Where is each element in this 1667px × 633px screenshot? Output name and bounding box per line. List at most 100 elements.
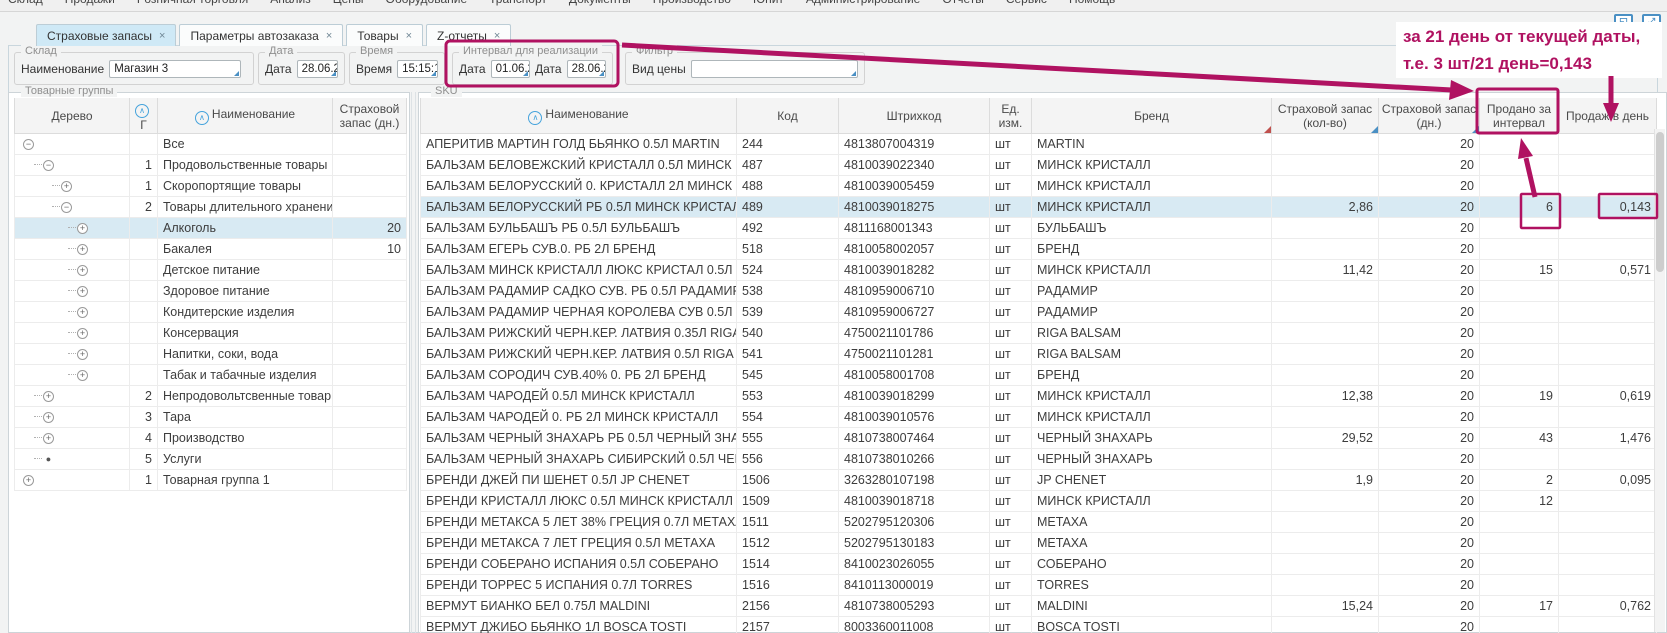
- sku-row[interactable]: БРЕНДИ СОБЕРАНО ИСПАНИЯ 0.5Л СОБЕРАНО151…: [421, 554, 1657, 575]
- expand-icon[interactable]: +: [61, 181, 72, 192]
- tab-close-icon[interactable]: ×: [159, 30, 165, 42]
- menu-item[interactable]: Продажи: [65, 0, 115, 6]
- menu-item[interactable]: Оборудование: [386, 0, 468, 6]
- menu-item[interactable]: Юнит: [753, 0, 784, 6]
- vertical-scrollbar[interactable]: [1654, 129, 1665, 632]
- expand-icon[interactable]: +: [43, 391, 54, 402]
- column-header-sku[interactable]: Страховой запас(дн.): [1379, 98, 1480, 134]
- expand-icon[interactable]: +: [77, 307, 88, 318]
- sku-row[interactable]: БАЛЬЗАМ БУЛЬБАШЪ РБ 0.5Л БУЛЬБАШЪ4924811…: [421, 218, 1657, 239]
- tree-row[interactable]: +Детское питание: [15, 260, 407, 281]
- tree-row[interactable]: +Кондитерские изделия: [15, 302, 407, 323]
- column-header-tree[interactable]: Страховойзапас (дн.): [333, 98, 407, 134]
- menu-item[interactable]: Склад: [8, 0, 43, 6]
- sku-row[interactable]: БАЛЬЗАМ БЕЛОРУССКИЙ РБ 0.5Л МИНСК КРИСТА…: [421, 197, 1657, 218]
- tree-row[interactable]: +Напитки, соки, вода: [15, 344, 407, 365]
- menu-item[interactable]: Анализ: [270, 0, 311, 6]
- sort-ascending-icon[interactable]: ∧: [135, 104, 149, 118]
- tab-close-icon[interactable]: ×: [494, 30, 500, 42]
- column-header-sku[interactable]: Продаж в день: [1559, 98, 1657, 134]
- tree-row[interactable]: ●5Услуги: [15, 449, 407, 470]
- sku-row[interactable]: БАЛЬЗАМ ЧАРОДЕЙ 0. РБ 2Л МИНСК КРИСТАЛЛ5…: [421, 407, 1657, 428]
- sku-row[interactable]: БРЕНДИ КРИСТАЛЛ ЛЮКС 0.5Л МИНСК КРИСТАЛЛ…: [421, 491, 1657, 512]
- column-header-tree[interactable]: ∧Г: [130, 98, 158, 134]
- column-header-sku[interactable]: Страховой запас(кол-во): [1272, 98, 1379, 134]
- sku-row[interactable]: ВЕРМУТ ДЖИБО БЬЯНКО 1Л BOSCA TOSTI215780…: [421, 617, 1657, 633]
- scrollbar-thumb[interactable]: [1656, 132, 1664, 272]
- column-header-sku[interactable]: ∧Наименование: [421, 98, 737, 134]
- tab-close-icon[interactable]: ×: [326, 30, 332, 42]
- column-header-sku[interactable]: Продано заинтервал: [1480, 98, 1559, 134]
- interval-from-input[interactable]: 01.06.21: [491, 60, 530, 78]
- tab-close-icon[interactable]: ×: [406, 30, 412, 42]
- sku-row[interactable]: БАЛЬЗАМ РИЖСКИЙ ЧЕРН.КЕР. ЛАТВИЯ 0.5Л RI…: [421, 344, 1657, 365]
- menu-item[interactable]: Транспорт: [489, 0, 547, 6]
- column-header-tree[interactable]: Дерево: [15, 98, 130, 134]
- sku-row[interactable]: ВЕРМУТ БИАНКО БЕЛ 0.75Л MALDINI215648107…: [421, 596, 1657, 617]
- menu-item[interactable]: Цены: [333, 0, 364, 6]
- sku-row[interactable]: БАЛЬЗАМ РАДАМИР ЧЕРНАЯ КОРОЛЕВА СУВ 0.5Л…: [421, 302, 1657, 323]
- sort-ascending-icon[interactable]: ∧: [195, 111, 209, 125]
- sku-row[interactable]: БРЕНДИ ДЖЕЙ ПИ ШЕНЕТ 0.5Л JP CHENET15063…: [421, 470, 1657, 491]
- menu-item[interactable]: Администрирование: [806, 0, 920, 6]
- sku-row[interactable]: БАЛЬЗАМ БЕЛОВЕЖСКИЙ КРИСТАЛЛ 0.5Л МИНСК …: [421, 155, 1657, 176]
- tree-row[interactable]: +Табак и табачные изделия: [15, 365, 407, 386]
- column-header-sku[interactable]: Код: [737, 98, 839, 134]
- tab-Страховые запасы[interactable]: Страховые запасы×: [36, 24, 176, 46]
- expand-icon[interactable]: +: [23, 475, 34, 486]
- expand-icon[interactable]: +: [77, 286, 88, 297]
- tree-row[interactable]: +Здоровое питание: [15, 281, 407, 302]
- sku-row[interactable]: АПЕРИТИВ МАРТИН ГОЛД БЬЯНКО 0.5Л MARTIN2…: [421, 134, 1657, 155]
- sort-ascending-icon[interactable]: ∧: [528, 111, 542, 125]
- tree-row[interactable]: +3Тара: [15, 407, 407, 428]
- tree-row[interactable]: +4Производство: [15, 428, 407, 449]
- expand-icon[interactable]: +: [43, 412, 54, 423]
- panel-splitter[interactable]: [411, 92, 416, 633]
- menu-item[interactable]: Документы: [569, 0, 631, 6]
- tree-row[interactable]: +1Товарная группа 1: [15, 470, 407, 491]
- expand-icon[interactable]: +: [77, 265, 88, 276]
- tab-Z-отчеты[interactable]: Z-отчеты×: [426, 24, 511, 46]
- menu-item[interactable]: Помощь: [1069, 0, 1115, 6]
- warehouse-name-input[interactable]: Магазин 3: [109, 60, 241, 78]
- expand-icon[interactable]: +: [77, 244, 88, 255]
- date-input[interactable]: 28.06.21: [297, 60, 338, 78]
- collapse-icon[interactable]: −: [43, 160, 54, 171]
- tab-Параметры автозаказа[interactable]: Параметры автозаказа×: [179, 24, 343, 46]
- column-header-sku[interactable]: Ед.изм.: [990, 98, 1032, 134]
- column-header-tree[interactable]: ∧Наименование: [158, 98, 333, 134]
- tree-row[interactable]: +2Непродовольтсвенные товары: [15, 386, 407, 407]
- time-input[interactable]: 15:15:11: [397, 60, 438, 78]
- price-kind-input[interactable]: [691, 60, 858, 78]
- expand-icon[interactable]: +: [77, 370, 88, 381]
- expand-icon[interactable]: +: [43, 433, 54, 444]
- menu-item[interactable]: Производство: [653, 0, 731, 6]
- tree-row[interactable]: −Все: [15, 134, 407, 155]
- sku-row[interactable]: БАЛЬЗАМ ЕГЕРЬ СУВ.0. РБ 2Л БРЕНД51848100…: [421, 239, 1657, 260]
- collapse-icon[interactable]: −: [23, 139, 34, 150]
- tree-row[interactable]: −2Товары длительного хранения: [15, 197, 407, 218]
- sku-row[interactable]: БРЕНДИ МЕТАКСА 5 ЛЕТ 38% ГРЕЦИЯ 0.7Л МЕТ…: [421, 512, 1657, 533]
- tree-row[interactable]: +Бакалея10: [15, 239, 407, 260]
- column-header-sku[interactable]: Штрихкод: [839, 98, 990, 134]
- sku-row[interactable]: БАЛЬЗАМ ЧЕРНЫЙ ЗНАХАРЬ СИБИРСКИЙ 0.5Л ЧЕ…: [421, 449, 1657, 470]
- tree-row[interactable]: −1Продовольственные товары: [15, 155, 407, 176]
- tree-row[interactable]: +Алкоголь20: [15, 218, 407, 239]
- menu-item[interactable]: Розничная торговля: [137, 0, 248, 6]
- column-header-sku[interactable]: Бренд: [1032, 98, 1272, 134]
- tree-row[interactable]: +1Скоропортящие товары: [15, 176, 407, 197]
- collapse-icon[interactable]: −: [61, 202, 72, 213]
- menu-item[interactable]: Сервис: [1006, 0, 1047, 6]
- sku-row[interactable]: БАЛЬЗАМ ЧЕРНЫЙ ЗНАХАРЬ РБ 0.5Л ЧЕРНЫЙ ЗН…: [421, 428, 1657, 449]
- sku-row[interactable]: БАЛЬЗАМ РАДАМИР САДКО СУВ. РБ 0.5Л РАДАМ…: [421, 281, 1657, 302]
- tree-row[interactable]: +Консервация: [15, 323, 407, 344]
- sku-row[interactable]: БАЛЬЗАМ БЕЛОРУССКИЙ 0. КРИСТАЛЛ 2Л МИНСК…: [421, 176, 1657, 197]
- sku-row[interactable]: БРЕНДИ МЕТАКСА 7 ЛЕТ ГРЕЦИЯ 0.5Л МЕТАХА1…: [421, 533, 1657, 554]
- sku-row[interactable]: БАЛЬЗАМ СОРОДИЧ СУВ.40% 0. РБ 2Л БРЕНД54…: [421, 365, 1657, 386]
- expand-icon[interactable]: +: [77, 349, 88, 360]
- expand-icon[interactable]: +: [77, 328, 88, 339]
- sku-row[interactable]: БАЛЬЗАМ МИНСК КРИСТАЛЛ ЛЮКС КРИСТАЛ 0.5Л…: [421, 260, 1657, 281]
- interval-to-input[interactable]: 28.06.21: [567, 60, 606, 78]
- tab-Товары[interactable]: Товары×: [346, 24, 423, 46]
- sku-row[interactable]: БАЛЬЗАМ РИЖСКИЙ ЧЕРН.КЕР. ЛАТВИЯ 0.35Л R…: [421, 323, 1657, 344]
